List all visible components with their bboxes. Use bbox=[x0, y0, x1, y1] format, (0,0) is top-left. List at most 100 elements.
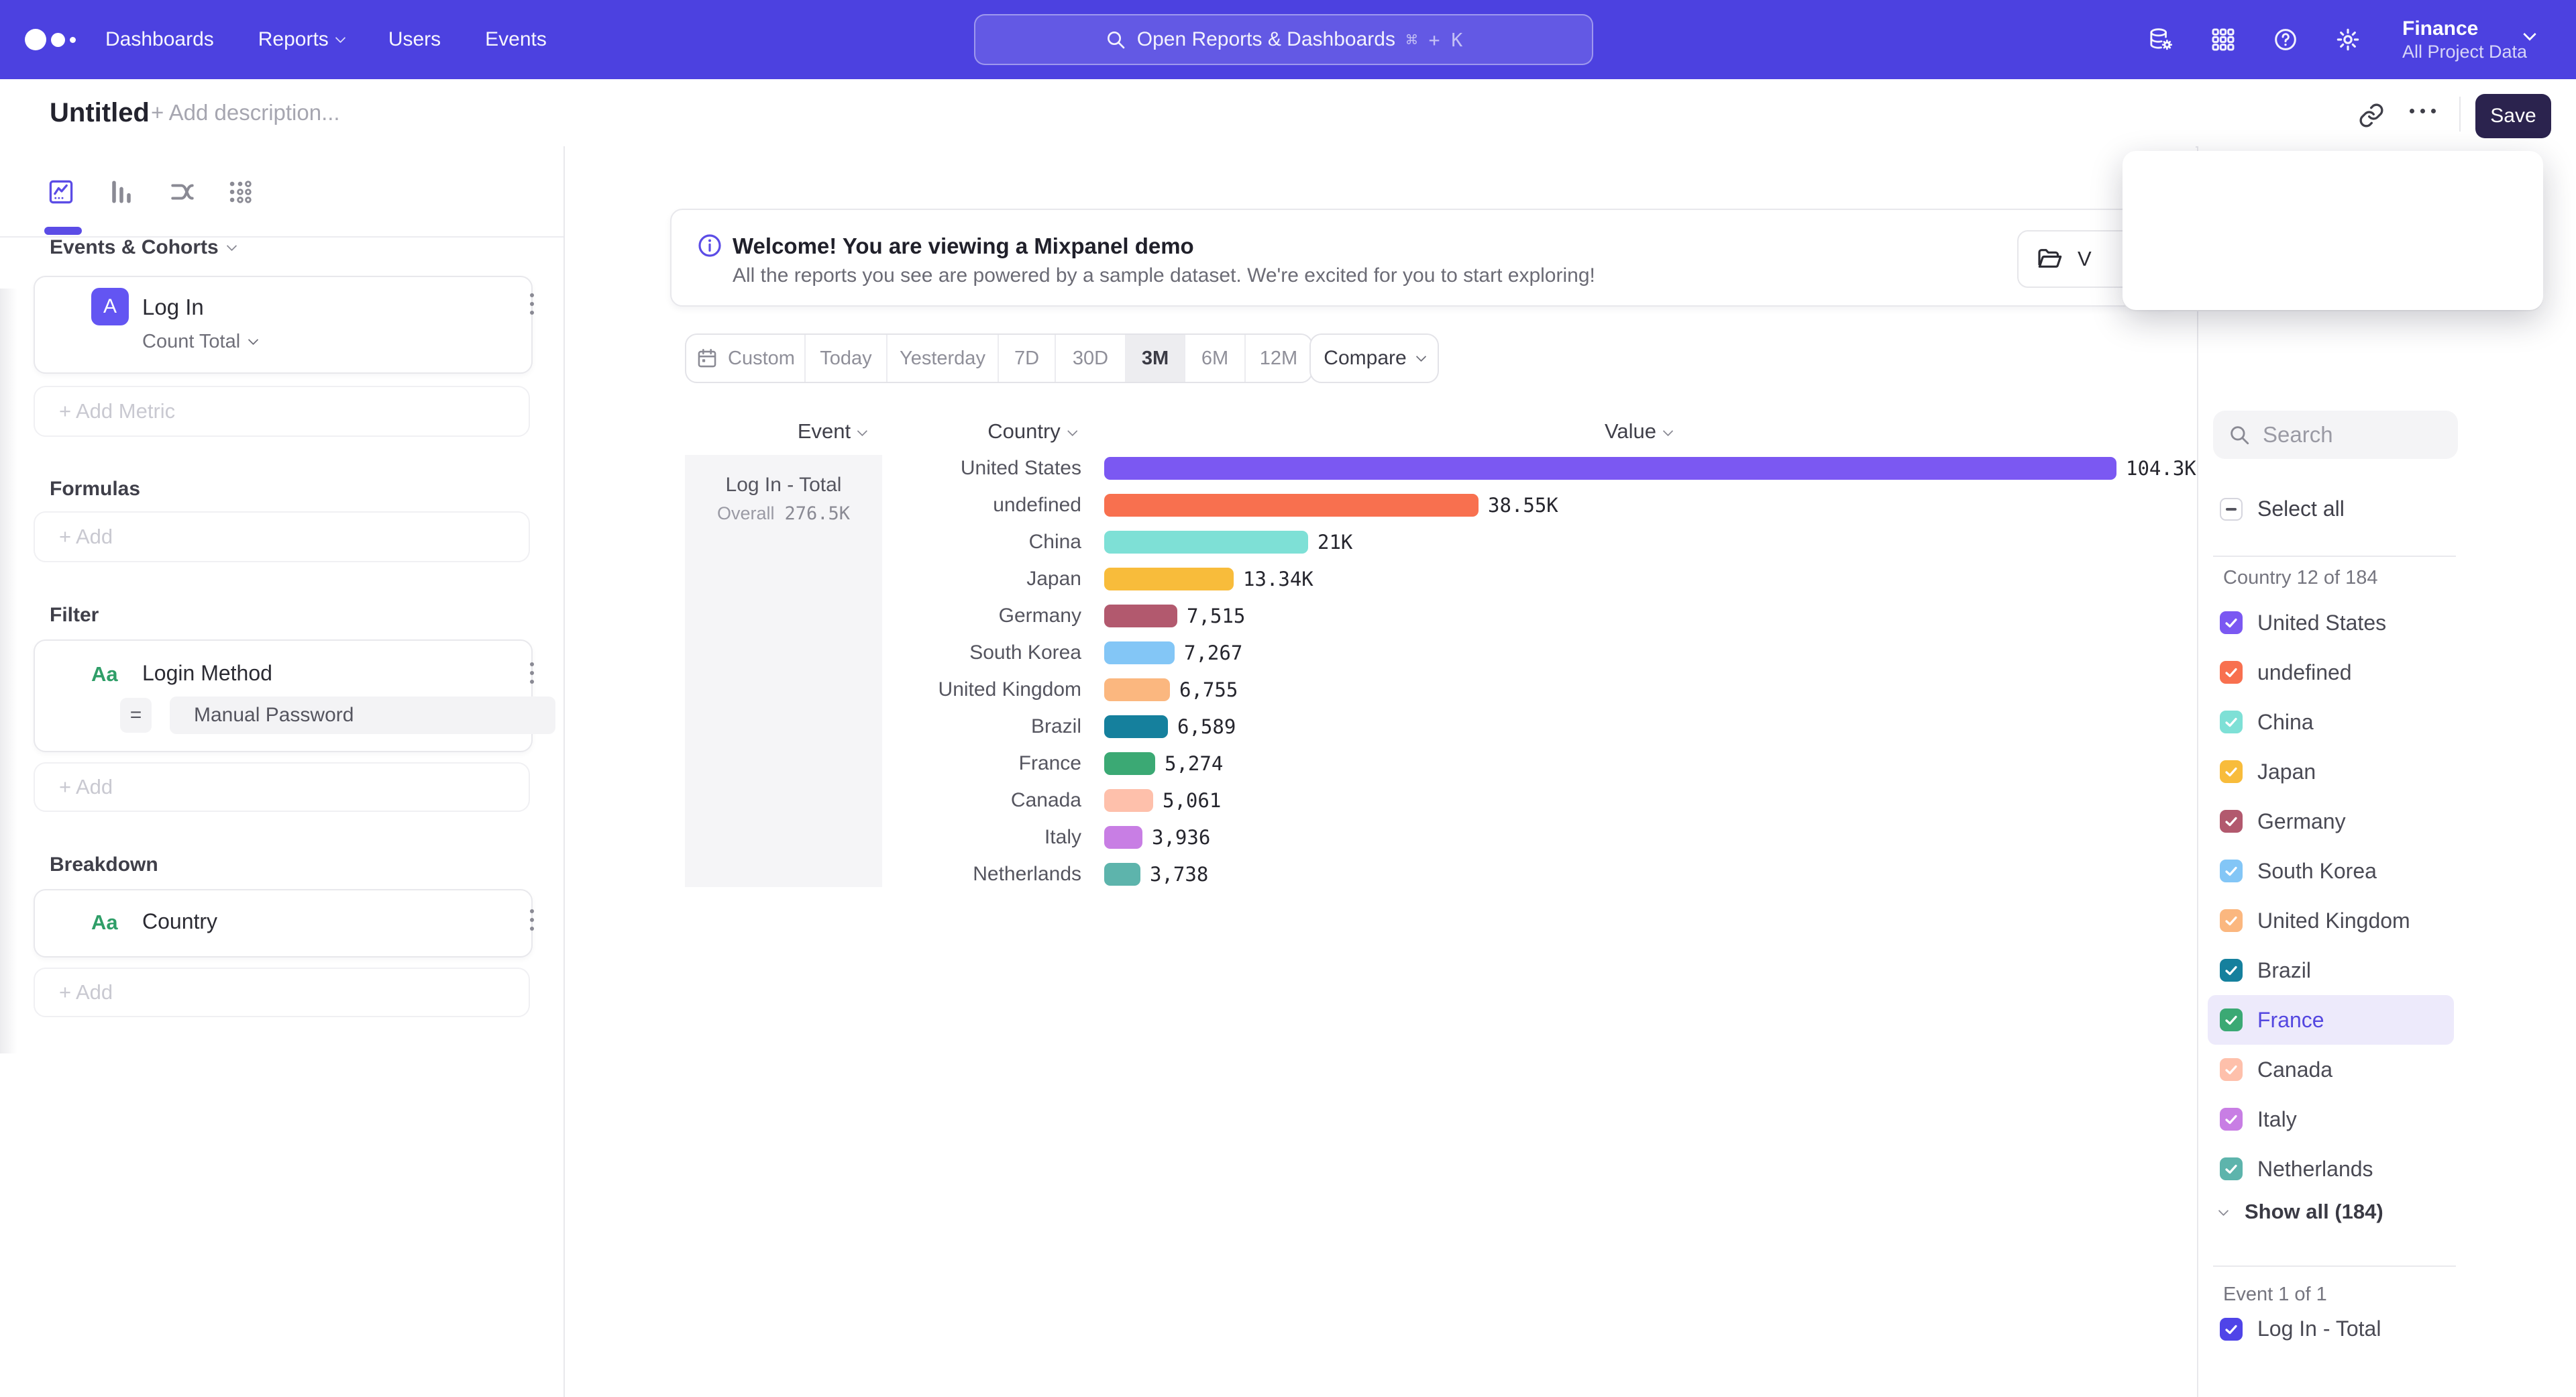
show-all-button[interactable]: Show all (184) bbox=[2220, 1200, 2383, 1224]
compare-button[interactable]: Compare bbox=[1309, 333, 1439, 383]
value-bar[interactable] bbox=[1104, 789, 1153, 812]
nav-item-events[interactable]: Events bbox=[485, 28, 547, 51]
column-header-value[interactable]: Value bbox=[1605, 419, 1672, 444]
chart-row-canada: Canada5,061 bbox=[892, 782, 2194, 819]
legend-item-undefined[interactable]: undefined bbox=[2208, 648, 2454, 697]
date-range-today[interactable]: Today bbox=[806, 335, 888, 382]
project-scope: All Project Data bbox=[2402, 41, 2527, 62]
filter-card[interactable]: Aa Login Method = Manual Password bbox=[34, 639, 533, 752]
breakdown-property-name[interactable]: Country bbox=[142, 909, 217, 934]
help-icon[interactable] bbox=[2272, 26, 2299, 53]
banner-subtitle: All the reports you see are powered by a… bbox=[733, 264, 1595, 287]
value-bar[interactable] bbox=[1104, 457, 2116, 480]
add-filter-button[interactable]: + Add bbox=[34, 762, 530, 812]
filter-property-name[interactable]: Login Method bbox=[142, 661, 272, 686]
add-formula-button[interactable]: + Add bbox=[34, 511, 530, 562]
events-cohorts-header[interactable]: Events & Cohorts bbox=[50, 236, 235, 259]
tab-flows[interactable] bbox=[168, 177, 197, 207]
nav-item-label: Reports bbox=[258, 28, 329, 51]
legend-item-france[interactable]: France bbox=[2208, 995, 2454, 1045]
nav-item-users[interactable]: Users bbox=[388, 28, 441, 51]
add-metric-button[interactable]: + Add Metric bbox=[34, 386, 530, 437]
column-header-country[interactable]: Country bbox=[987, 419, 1076, 444]
breakdown-card[interactable]: Aa Country bbox=[34, 889, 533, 958]
metric-options-icon[interactable] bbox=[530, 293, 534, 315]
date-range-custom[interactable]: Custom bbox=[686, 335, 806, 382]
value-bar[interactable] bbox=[1104, 605, 1177, 627]
tab-insights[interactable] bbox=[46, 177, 76, 207]
filter-options-icon[interactable] bbox=[530, 662, 534, 684]
tab-funnels[interactable] bbox=[107, 177, 136, 207]
legend-item-label: Germany bbox=[2257, 809, 2346, 834]
add-breakdown-button[interactable]: + Add bbox=[34, 968, 530, 1017]
filter-value[interactable]: Manual Password bbox=[170, 696, 555, 734]
legend-item-south-korea[interactable]: South Korea bbox=[2208, 846, 2454, 896]
tab-retention[interactable] bbox=[225, 177, 255, 207]
metric-name[interactable]: Log In bbox=[142, 295, 204, 320]
more-options-icon[interactable] bbox=[2410, 109, 2436, 113]
legend-item-japan[interactable]: Japan bbox=[2208, 747, 2454, 796]
global-search-shortcut: ⌘ + K bbox=[1406, 29, 1462, 51]
global-search-button[interactable]: Open Reports & Dashboards ⌘ + K bbox=[974, 14, 1593, 65]
metric-aggregation[interactable]: Count Total bbox=[142, 331, 257, 353]
value-label: 21K bbox=[1318, 531, 1352, 554]
date-range-12m[interactable]: 12M bbox=[1246, 335, 1311, 382]
legend-item-germany[interactable]: Germany bbox=[2208, 796, 2454, 846]
date-range-6m[interactable]: 6M bbox=[1185, 335, 1246, 382]
breakdown-options-icon[interactable] bbox=[530, 909, 534, 931]
date-range-yesterday[interactable]: Yesterday bbox=[888, 335, 999, 382]
nav-item-dashboards[interactable]: Dashboards bbox=[105, 28, 214, 51]
select-all-checkbox[interactable]: Select all bbox=[2220, 497, 2345, 521]
legend-search-input[interactable]: Search bbox=[2213, 411, 2458, 459]
settings-gear-icon[interactable] bbox=[2334, 26, 2361, 53]
legend-item-italy[interactable]: Italy bbox=[2208, 1094, 2454, 1144]
apps-grid-icon[interactable] bbox=[2210, 26, 2237, 53]
banner-title: Welcome! You are viewing a Mixpanel demo bbox=[733, 234, 1194, 259]
metric-card[interactable]: A Log In Count Total bbox=[34, 276, 533, 374]
project-switcher[interactable]: Finance All Project Data bbox=[2402, 0, 2527, 79]
add-description-field[interactable]: + Add description... bbox=[151, 79, 340, 146]
mixpanel-logo-icon[interactable] bbox=[25, 0, 76, 79]
data-management-icon[interactable] bbox=[2147, 26, 2174, 53]
value-bar[interactable] bbox=[1104, 715, 1168, 738]
top-nav: Dashboards Reports Users Events Open Report… bbox=[0, 0, 2576, 79]
legend-item-label: China bbox=[2257, 710, 2314, 735]
legend-item-canada[interactable]: Canada bbox=[2208, 1045, 2454, 1094]
legend-item-netherlands[interactable]: Netherlands bbox=[2208, 1144, 2454, 1194]
legend-item-label: Brazil bbox=[2257, 958, 2311, 983]
date-range-3m[interactable]: 3M bbox=[1126, 335, 1185, 382]
sidebar-edge-shadow bbox=[0, 289, 17, 1053]
chart-row-brazil: Brazil6,589 bbox=[892, 708, 2194, 745]
mixpanel-insights-app: Dashboards Reports Users Events Open Report… bbox=[0, 0, 2576, 1397]
folder-open-icon bbox=[2036, 246, 2063, 272]
filter-operator[interactable]: = bbox=[120, 698, 152, 733]
value-bar[interactable] bbox=[1104, 826, 1142, 849]
value-bar[interactable] bbox=[1104, 568, 1234, 590]
indeterminate-checkbox-icon bbox=[2220, 498, 2243, 521]
nav-item-reports[interactable]: Reports bbox=[258, 28, 344, 51]
date-range-7d[interactable]: 7D bbox=[999, 335, 1056, 382]
copy-link-icon[interactable] bbox=[2358, 102, 2385, 129]
value-bar[interactable] bbox=[1104, 531, 1308, 554]
country-label: China bbox=[892, 531, 1081, 554]
chart-row-italy: Italy3,936 bbox=[892, 819, 2194, 856]
column-header-event[interactable]: Event bbox=[798, 419, 866, 444]
value-bar[interactable] bbox=[1104, 494, 1479, 517]
legend-item-china[interactable]: China bbox=[2208, 697, 2454, 747]
date-range-30d[interactable]: 30D bbox=[1056, 335, 1126, 382]
value-bar[interactable] bbox=[1104, 752, 1155, 775]
legend-item-united-kingdom[interactable]: United Kingdom bbox=[2208, 896, 2454, 945]
value-bar[interactable] bbox=[1104, 863, 1140, 886]
legend-item-label: South Korea bbox=[2257, 859, 2377, 884]
event-legend-item[interactable]: Log In - Total bbox=[2220, 1316, 2381, 1341]
legend-item-label: Japan bbox=[2257, 760, 2316, 784]
save-button[interactable]: Save bbox=[2475, 94, 2551, 138]
bar-chart: United States104.3Kundefined38.55KChina2… bbox=[892, 450, 2194, 892]
checked-checkbox-icon bbox=[2220, 1008, 2243, 1031]
page-title[interactable]: Untitled bbox=[50, 79, 150, 146]
value-bar[interactable] bbox=[1104, 641, 1175, 664]
value-bar[interactable] bbox=[1104, 678, 1170, 701]
legend-item-brazil[interactable]: Brazil bbox=[2208, 945, 2454, 995]
checked-checkbox-icon bbox=[2220, 1318, 2243, 1341]
legend-item-united-states[interactable]: United States bbox=[2208, 598, 2454, 648]
